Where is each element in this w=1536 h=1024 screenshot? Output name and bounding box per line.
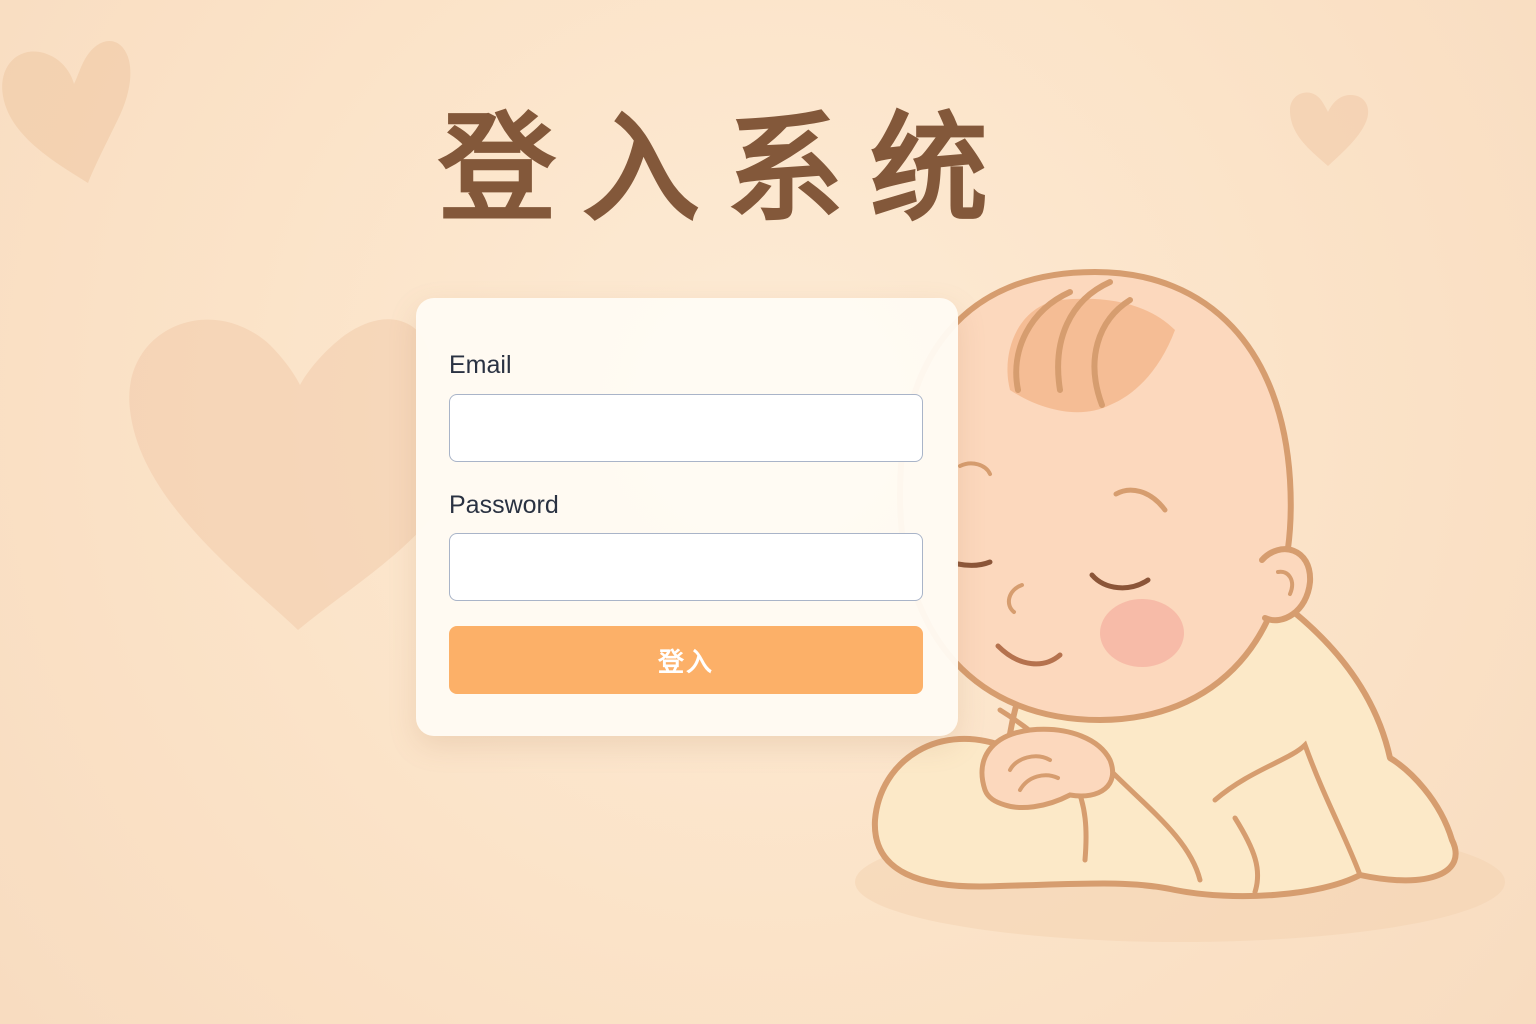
login-card: Email Password 登入 xyxy=(416,298,958,736)
password-label: Password xyxy=(449,491,559,519)
page-title: 登入系统 xyxy=(438,100,1015,238)
login-button[interactable]: 登入 xyxy=(449,626,923,694)
email-field[interactable] xyxy=(449,394,923,462)
heart-icon xyxy=(2,40,131,184)
heart-icon xyxy=(129,319,430,630)
email-label: Email xyxy=(449,351,512,379)
heart-icon xyxy=(1290,92,1369,166)
password-field[interactable] xyxy=(449,533,923,601)
